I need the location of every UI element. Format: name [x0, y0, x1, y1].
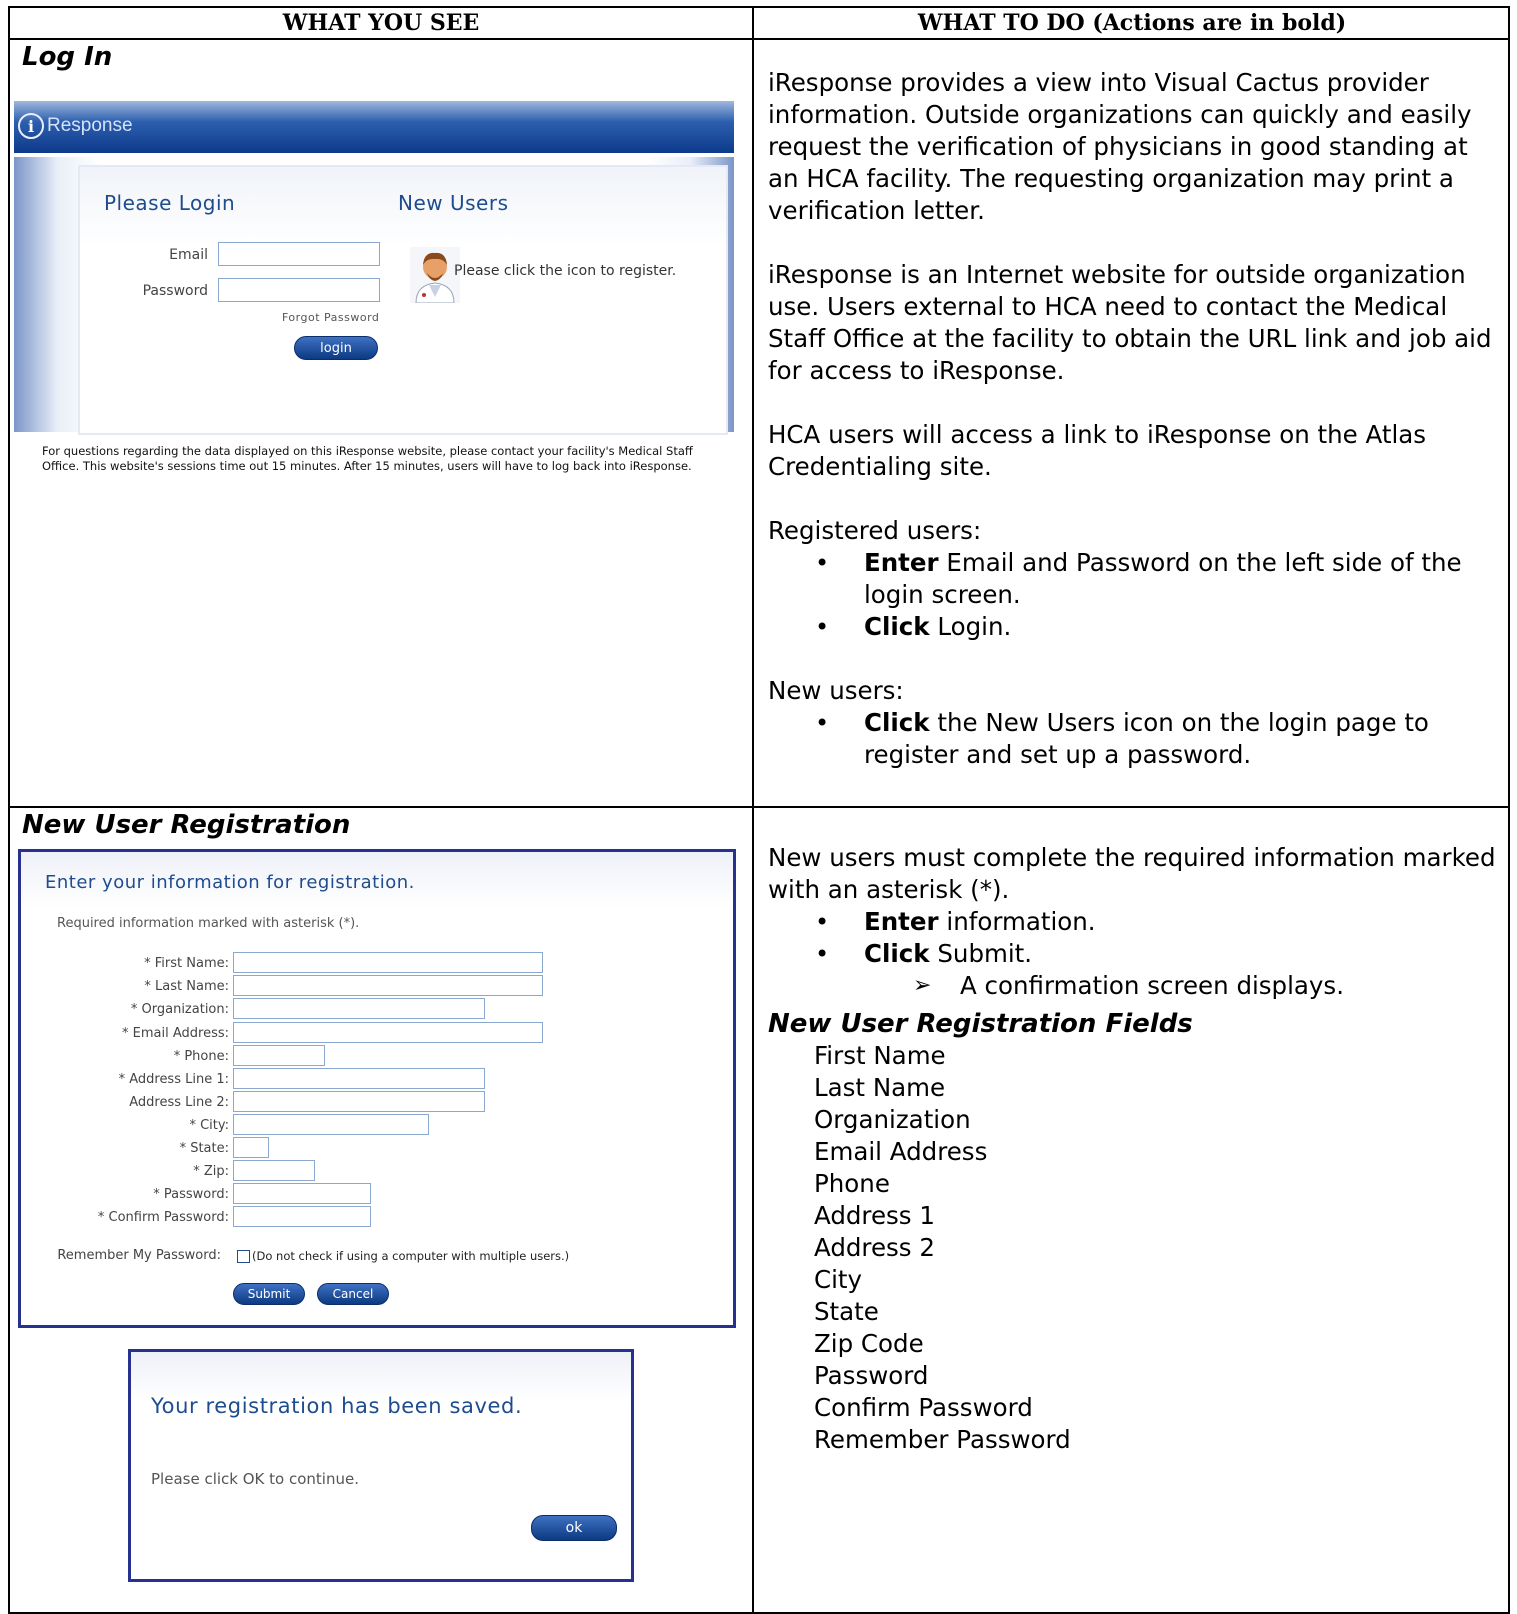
field-item: Address 2: [814, 1233, 935, 1262]
forgot-password-link[interactable]: Forgot Password: [282, 311, 379, 324]
address-line-1-label: * Address Line 1:: [118, 1072, 229, 1087]
email-label: Email: [169, 247, 208, 263]
first-name-input[interactable]: [233, 952, 543, 973]
step-click-submit: Click Submit.: [768, 938, 1498, 970]
phone-input[interactable]: [233, 1045, 325, 1066]
row-divider: [8, 806, 1510, 808]
registration-paragraph-1: New users must complete the required inf…: [768, 843, 1496, 904]
logo-text: Response: [47, 115, 133, 136]
new-users-heading-text: New users:: [768, 676, 904, 705]
new-users-heading: New Users: [398, 191, 509, 215]
login-instructions: iResponse provides a view into Visual Ca…: [768, 67, 1498, 771]
organization-label: * Organization:: [130, 1002, 229, 1017]
field-item: City: [814, 1265, 863, 1294]
password-label: Password: [142, 283, 208, 299]
please-login-heading: Please Login: [104, 191, 236, 215]
first-name-label: * First Name:: [144, 956, 229, 971]
field-item: Email Address: [814, 1137, 988, 1166]
email-address-label: * Email Address:: [122, 1026, 229, 1041]
iresponse-banner: i Response: [14, 101, 734, 153]
registered-users-heading: Registered users:: [768, 516, 982, 545]
field-item: First Name: [814, 1041, 946, 1070]
field-item: Last Name: [814, 1073, 946, 1102]
remember-password-label: Remember My Password:: [57, 1248, 221, 1263]
last-name-label: * Last Name:: [144, 979, 229, 994]
info-icon: i: [18, 113, 44, 139]
field-item: Confirm Password: [814, 1393, 1033, 1422]
step-click-login: Click Login.: [768, 611, 1498, 643]
registration-field-list: First Name Last Name Organization Email …: [768, 1040, 1498, 1456]
col-header-what-you-see: WHAT YOU SEE: [282, 10, 480, 36]
registration-form-screenshot: Enter your information for registration.…: [18, 849, 736, 1328]
ok-button[interactable]: ok: [531, 1515, 617, 1541]
registration-instructions: New users must complete the required inf…: [768, 842, 1498, 1456]
login-paragraph-3: HCA users will access a link to iRespons…: [768, 420, 1427, 481]
last-name-input[interactable]: [233, 975, 543, 996]
header-row-divider: [8, 38, 1510, 40]
zip-input[interactable]: [233, 1160, 315, 1181]
city-input[interactable]: [233, 1114, 429, 1135]
field-item: Remember Password: [814, 1425, 1071, 1454]
section-title-log-in: Log In: [22, 42, 113, 72]
confirm-password-label: * Confirm Password:: [97, 1210, 229, 1225]
confirmation-subtitle: Please click OK to continue.: [151, 1470, 359, 1488]
field-item: Organization: [814, 1105, 971, 1134]
login-footer-note: For questions regarding the data display…: [42, 444, 693, 473]
login-paragraph-2: iResponse is an Internet website for out…: [768, 260, 1492, 385]
state-label: * State:: [179, 1141, 229, 1156]
section-title-registration: New User Registration: [22, 810, 351, 840]
email-input[interactable]: [218, 242, 380, 266]
zip-label: * Zip:: [193, 1164, 229, 1179]
cancel-button[interactable]: Cancel: [317, 1283, 389, 1305]
login-screenshot: i Response Please Login New Users Email …: [14, 101, 734, 502]
required-note: Required information marked with asteris…: [57, 916, 360, 931]
password-field[interactable]: [233, 1183, 371, 1204]
submit-button[interactable]: Submit: [233, 1283, 305, 1305]
registered-users-steps: Enter Email and Password on the left sid…: [768, 547, 1498, 643]
login-panel: Please Login New Users Email Password Fo…: [78, 165, 728, 435]
password-label: * Password:: [153, 1187, 229, 1202]
iresponse-logo: i Response: [18, 113, 133, 139]
field-item: Zip Code: [814, 1329, 924, 1358]
col-header-what-to-do: WHAT TO DO (Actions are in bold): [917, 10, 1347, 36]
address-line-2-label: Address Line 2:: [129, 1095, 229, 1110]
registration-heading: Enter your information for registration.: [45, 872, 415, 893]
step-enter-information: Enter information.: [768, 906, 1498, 938]
step-enter-credentials: Enter Email and Password on the left sid…: [768, 547, 1498, 611]
address-line-1-input[interactable]: [233, 1068, 485, 1089]
field-item: State: [814, 1297, 879, 1326]
new-users-steps: Click the New Users icon on the login pa…: [768, 707, 1498, 771]
registration-steps: Enter information. Click Submit. A confi…: [768, 906, 1498, 1002]
city-label: * City:: [189, 1118, 229, 1133]
login-button[interactable]: login: [294, 336, 378, 360]
address-line-2-input[interactable]: [233, 1091, 485, 1112]
registration-fields-heading: New User Registration Fields: [768, 1009, 1193, 1039]
field-item: Password: [814, 1361, 929, 1390]
confirmation-title: Your registration has been saved.: [151, 1394, 523, 1418]
column-divider: [752, 6, 754, 1614]
email-address-input[interactable]: [233, 1022, 543, 1043]
field-item: Phone: [814, 1169, 890, 1198]
organization-input[interactable]: [233, 998, 485, 1019]
remember-password-checkbox[interactable]: [237, 1250, 250, 1263]
password-input[interactable]: [218, 278, 380, 302]
step-click-new-users: Click the New Users icon on the login pa…: [768, 707, 1498, 771]
step-confirmation-displays: A confirmation screen displays.: [768, 970, 1498, 1002]
new-user-doctor-icon[interactable]: [410, 247, 460, 303]
confirm-password-field[interactable]: [233, 1206, 371, 1227]
field-item: Address 1: [814, 1201, 935, 1230]
register-note: Please click the icon to register.: [454, 263, 677, 279]
confirmation-screenshot: Your registration has been saved. Please…: [128, 1349, 634, 1582]
remember-password-note: (Do not check if using a computer with m…: [252, 1249, 570, 1263]
phone-label: * Phone:: [173, 1049, 229, 1064]
state-input[interactable]: [233, 1137, 269, 1158]
login-paragraph-1: iResponse provides a view into Visual Ca…: [768, 68, 1472, 225]
